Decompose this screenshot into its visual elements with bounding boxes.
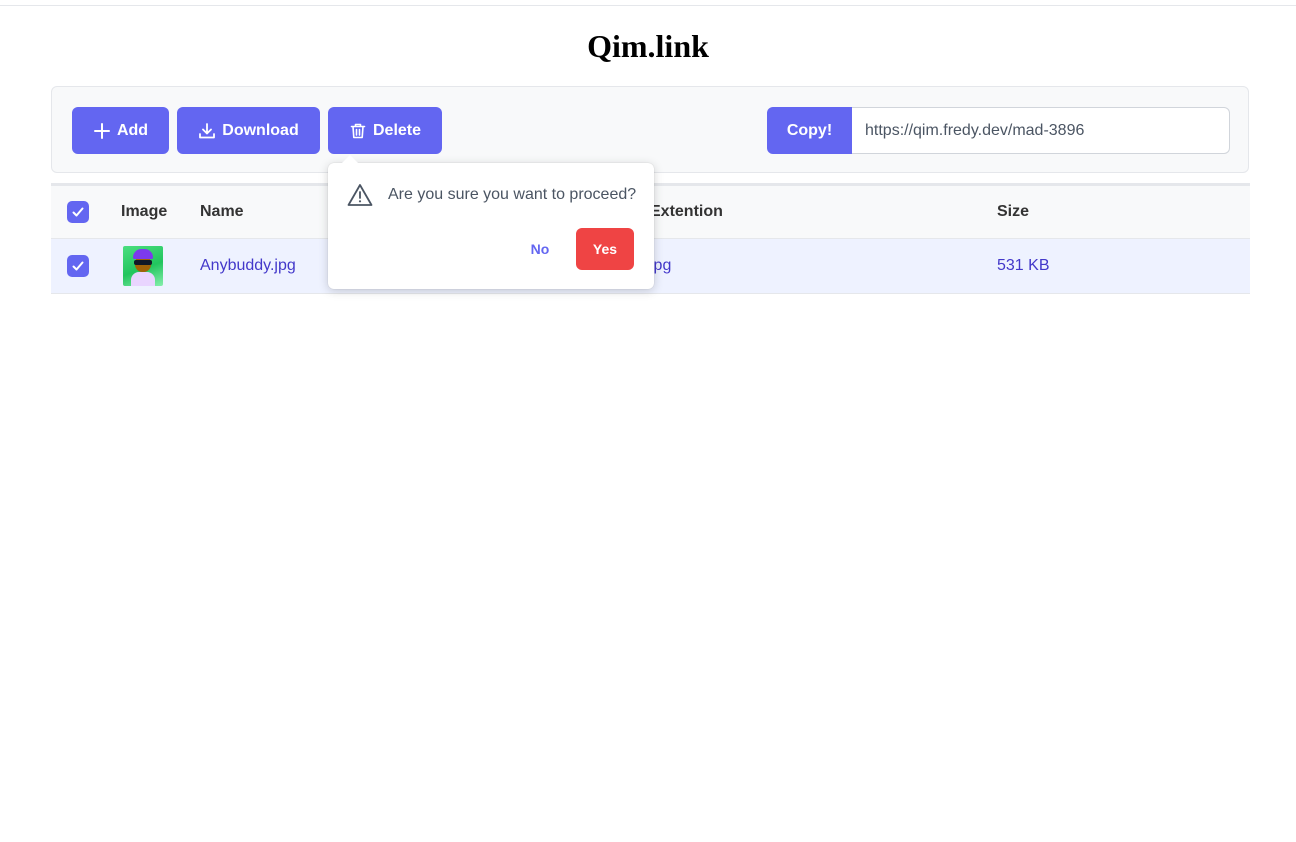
file-extension: jpg bbox=[650, 238, 997, 294]
download-icon bbox=[198, 122, 216, 140]
file-size: 531 KB bbox=[997, 238, 1250, 294]
add-button[interactable]: Add bbox=[72, 107, 169, 154]
confirm-popover: Are you sure you want to proceed? No Yes bbox=[328, 155, 654, 289]
check-icon bbox=[72, 207, 84, 217]
share-url-input[interactable] bbox=[852, 107, 1230, 154]
confirm-message: Are you sure you want to proceed? bbox=[388, 186, 637, 203]
warning-icon bbox=[347, 183, 373, 212]
download-button-label: Download bbox=[222, 121, 299, 139]
page-title: Qim.link bbox=[587, 28, 709, 64]
plus-icon bbox=[93, 122, 111, 140]
header-size[interactable]: Size bbox=[997, 184, 1250, 239]
add-button-label: Add bbox=[116, 121, 149, 139]
trash-icon bbox=[349, 122, 367, 140]
toolbar: Add Download Delete Copy! bbox=[51, 86, 1249, 173]
copy-button[interactable]: Copy! bbox=[767, 107, 852, 154]
row-checkbox[interactable] bbox=[67, 255, 89, 277]
select-all-checkbox[interactable] bbox=[67, 201, 89, 223]
download-button[interactable]: Download bbox=[177, 107, 320, 154]
avatar-thumbnail[interactable] bbox=[123, 246, 163, 286]
share-link-group: Copy! bbox=[767, 107, 1230, 154]
delete-button[interactable]: Delete bbox=[328, 107, 442, 154]
delete-button-label: Delete bbox=[372, 121, 422, 139]
check-icon bbox=[72, 261, 84, 271]
header-image[interactable]: Image bbox=[121, 184, 200, 239]
yes-button[interactable]: Yes bbox=[576, 228, 634, 270]
header-extension[interactable]: Extention bbox=[650, 184, 997, 239]
top-divider bbox=[0, 5, 1296, 6]
no-button[interactable]: No bbox=[514, 228, 566, 270]
popover-arrow bbox=[342, 155, 358, 163]
